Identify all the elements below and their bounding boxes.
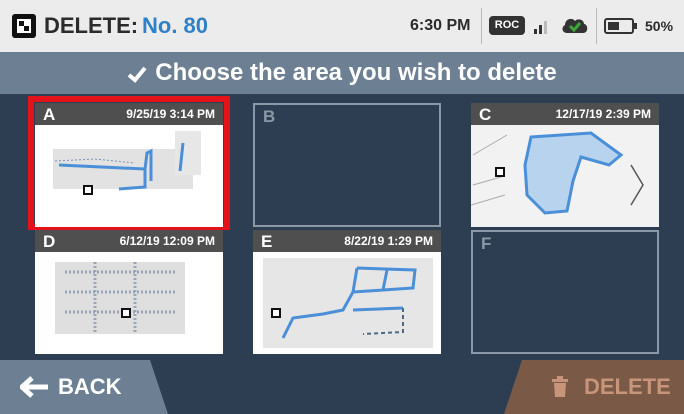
trash-icon bbox=[552, 376, 568, 397]
back-label: BACK bbox=[58, 374, 122, 399]
page-title-prefix: DELETE: bbox=[44, 13, 139, 38]
cloud-check-icon bbox=[562, 18, 588, 33]
area-card-a[interactable]: A 9/25/19 3:14 PM bbox=[35, 103, 223, 227]
delete-label: DELETE bbox=[584, 374, 671, 399]
header-title: Choose the area you wish to delete bbox=[155, 59, 557, 86]
area-card-c[interactable]: C 12/17/19 2:39 PM bbox=[471, 103, 659, 227]
back-button[interactable]: BACK bbox=[0, 360, 170, 414]
signal-icon bbox=[534, 21, 547, 34]
area-card-f[interactable]: F bbox=[471, 230, 659, 354]
area-letter: F bbox=[481, 234, 492, 253]
divider bbox=[481, 8, 482, 44]
clock-time: 6:30 PM bbox=[410, 17, 471, 34]
battery-percent: 50% bbox=[645, 18, 674, 34]
area-letter: E bbox=[261, 232, 273, 251]
area-map-thumbnail bbox=[55, 262, 185, 334]
area-timestamp: 12/17/19 2:39 PM bbox=[555, 107, 651, 121]
delete-button[interactable]: DELETE bbox=[504, 360, 684, 414]
area-map-thumbnail bbox=[471, 125, 659, 227]
area-letter: B bbox=[263, 107, 276, 126]
app-logo-icon bbox=[12, 14, 36, 38]
battery-icon bbox=[604, 18, 637, 34]
area-map-thumbnail bbox=[53, 131, 201, 195]
page-title-number: No. 80 bbox=[142, 13, 209, 38]
arrow-left-icon bbox=[20, 376, 48, 398]
checkmark-icon bbox=[128, 66, 147, 83]
area-letter: C bbox=[479, 105, 492, 124]
area-letter: D bbox=[43, 232, 56, 251]
area-card-e[interactable]: E 8/22/19 1:29 PM bbox=[253, 230, 441, 354]
area-timestamp: 9/25/19 3:14 PM bbox=[126, 107, 215, 121]
area-timestamp: 8/22/19 1:29 PM bbox=[344, 234, 433, 248]
area-map-thumbnail bbox=[263, 258, 433, 348]
status-bar: DELETE: No. 80 6:30 PM ROC 50% bbox=[0, 0, 684, 52]
divider bbox=[596, 8, 597, 44]
roc-badge: ROC bbox=[489, 16, 525, 35]
area-timestamp: 6/12/19 12:09 PM bbox=[119, 234, 215, 248]
area-card-b[interactable]: B bbox=[253, 103, 441, 227]
area-letter: A bbox=[43, 105, 56, 124]
page-header: Choose the area you wish to delete bbox=[0, 52, 684, 94]
area-card-d[interactable]: D 6/12/19 12:09 PM bbox=[35, 230, 223, 354]
